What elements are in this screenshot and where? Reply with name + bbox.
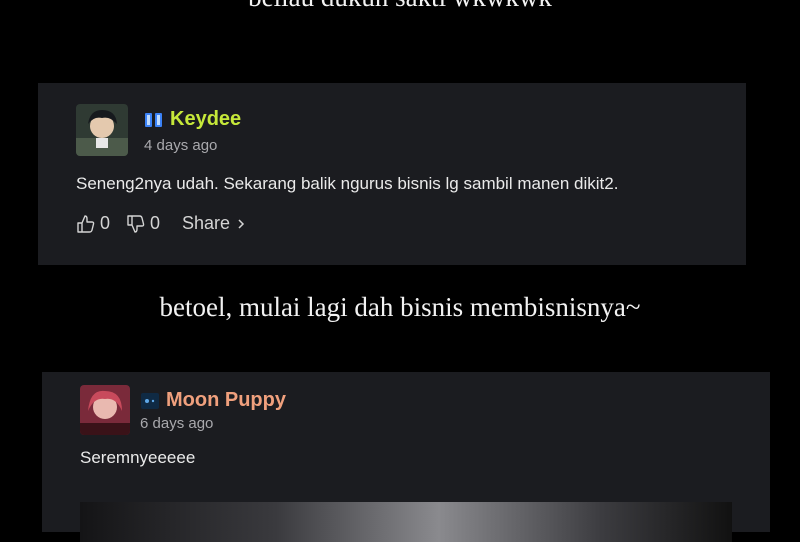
like-button[interactable]: 0 xyxy=(76,213,110,234)
username[interactable]: Keydee xyxy=(170,108,241,131)
dislike-count: 0 xyxy=(150,213,161,233)
comment-image[interactable] xyxy=(80,502,732,542)
avatar-image xyxy=(76,104,128,156)
share-label: Share xyxy=(182,213,231,233)
share-button[interactable]: Share xyxy=(182,213,246,234)
chevron-right-icon xyxy=(238,218,245,229)
timestamp: 6 days ago xyxy=(140,415,214,432)
comment-actions: 0 0 Share xyxy=(76,213,246,234)
avatar-image xyxy=(80,385,130,435)
comment-text: Seneng2nya udah. Sekarang balik ngurus b… xyxy=(76,174,619,193)
caption-middle: betoel, mulai lagi dah bisnis membisnisn… xyxy=(159,292,641,322)
username[interactable]: Moon Puppy xyxy=(166,389,286,412)
thumbs-down-icon xyxy=(127,214,145,233)
dislike-button[interactable]: 0 xyxy=(126,213,160,234)
comment-card: Moon Puppy 6 days ago Seremnyeeeee xyxy=(42,372,770,542)
user-row: Keydee xyxy=(144,108,241,131)
user-row: Moon Puppy xyxy=(140,389,286,412)
rank-badge-icon xyxy=(141,392,159,409)
comment-text: Seremnyeeeee xyxy=(80,448,196,467)
like-count: 0 xyxy=(100,213,111,233)
thumbs-up-icon xyxy=(77,214,95,233)
caption-top: beliau dukun sakti wkwkwk xyxy=(0,0,800,13)
avatar[interactable] xyxy=(76,104,128,156)
rank-badge-icon xyxy=(145,112,162,127)
timestamp: 4 days ago xyxy=(144,137,218,154)
avatar[interactable] xyxy=(80,385,130,435)
comment-card: Keydee 4 days ago Seneng2nya udah. Sekar… xyxy=(38,83,746,265)
